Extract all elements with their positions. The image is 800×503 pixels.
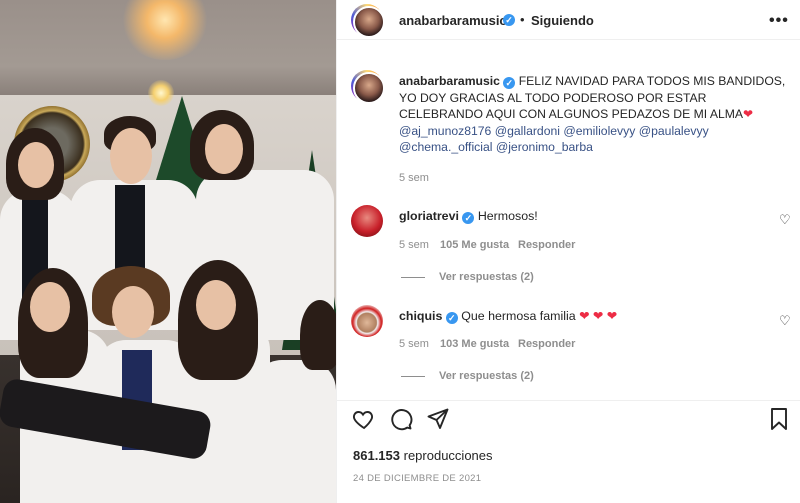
video-person-face: [18, 142, 54, 188]
verified-badge-icon: ✓: [503, 14, 515, 26]
separator-dot: •: [520, 12, 525, 27]
verified-badge-icon: ✓: [462, 212, 475, 224]
share-icon[interactable]: [426, 407, 450, 437]
comment-reply-button[interactable]: Responder: [518, 239, 575, 251]
post-action-bar: 861.153 reproducciones 24 DE DICIEMBRE D…: [337, 400, 800, 503]
mention-link[interactable]: @emiliolevyy: [563, 124, 635, 138]
comment-text: Hermosos!: [477, 209, 538, 223]
caption-author-avatar[interactable]: [351, 70, 385, 104]
comment-text: Que hermosa familia: [461, 309, 576, 323]
video-person-face: [112, 286, 154, 338]
author-username[interactable]: anabarbaramusic: [399, 13, 507, 28]
views-label: reproducciones: [403, 448, 493, 463]
mention-link[interactable]: @paulalevyy: [639, 124, 709, 138]
bookmark-icon[interactable]: [769, 407, 789, 437]
mention-link[interactable]: @gallardoni: [495, 124, 560, 138]
mention-link[interactable]: @aj_munoz8176: [399, 124, 491, 138]
commenter-avatar[interactable]: [351, 205, 383, 237]
mention-link[interactable]: @jeronimo_barba: [496, 140, 593, 154]
post-details-panel: anabarbaramusic ✓ • Siguiendo ••• anabar…: [336, 0, 800, 503]
verified-badge-icon: ✓: [445, 312, 458, 324]
comment-likes-count[interactable]: 103 Me gusta: [440, 338, 509, 350]
comment-body: gloriatrevi ✓ Hermosos!: [399, 209, 538, 224]
views-number: 861.153: [353, 448, 400, 463]
video-person-jacket: [252, 360, 336, 503]
comment-icon[interactable]: [389, 407, 413, 437]
video-person-hair: [300, 300, 336, 370]
heart-emoji-icon: ❤: [743, 107, 754, 121]
post-date[interactable]: 24 DE DICIEMBRE DE 2021: [353, 473, 481, 484]
video-person-face: [30, 282, 70, 332]
following-button[interactable]: Siguiendo: [531, 13, 594, 28]
commenter-username[interactable]: gloriatrevi: [399, 209, 459, 223]
heart-icon[interactable]: [352, 407, 376, 437]
more-options-icon[interactable]: •••: [769, 12, 789, 30]
post-header: anabarbaramusic ✓ • Siguiendo •••: [337, 0, 800, 40]
video-tree-star: [148, 80, 174, 106]
commenter-avatar[interactable]: [351, 305, 383, 337]
verified-badge-icon: ✓: [503, 77, 516, 89]
caption-timestamp[interactable]: 5 sem: [399, 172, 429, 184]
comment-like-heart-icon[interactable]: ♡: [779, 313, 791, 329]
heart-emoji-icon: ❤ ❤ ❤: [579, 309, 618, 323]
video-person-face: [110, 128, 152, 184]
post-caption: anabarbaramusic ✓ FELIZ NAVIDAD PARA TOD…: [399, 73, 791, 156]
caption-username[interactable]: anabarbaramusic: [399, 74, 500, 88]
video-person-face: [196, 280, 236, 330]
comment-timestamp[interactable]: 5 sem: [399, 338, 429, 350]
post-video[interactable]: [0, 0, 336, 503]
comment-reply-button[interactable]: Responder: [518, 338, 575, 350]
comment-like-heart-icon[interactable]: ♡: [779, 212, 791, 228]
video-person-face: [205, 124, 243, 174]
comment-body: chiquis ✓ Que hermosa familia ❤ ❤ ❤: [399, 308, 617, 324]
comment-likes-count[interactable]: 105 Me gusta: [440, 239, 509, 251]
view-replies-button[interactable]: Ver respuestas (2): [401, 271, 534, 283]
mention-link[interactable]: @chema._official: [399, 140, 492, 154]
views-count[interactable]: 861.153 reproducciones: [353, 448, 493, 463]
commenter-username[interactable]: chiquis: [399, 309, 442, 323]
comment-timestamp[interactable]: 5 sem: [399, 239, 429, 251]
author-avatar[interactable]: [351, 4, 385, 38]
view-replies-button[interactable]: Ver respuestas (2): [401, 370, 534, 382]
